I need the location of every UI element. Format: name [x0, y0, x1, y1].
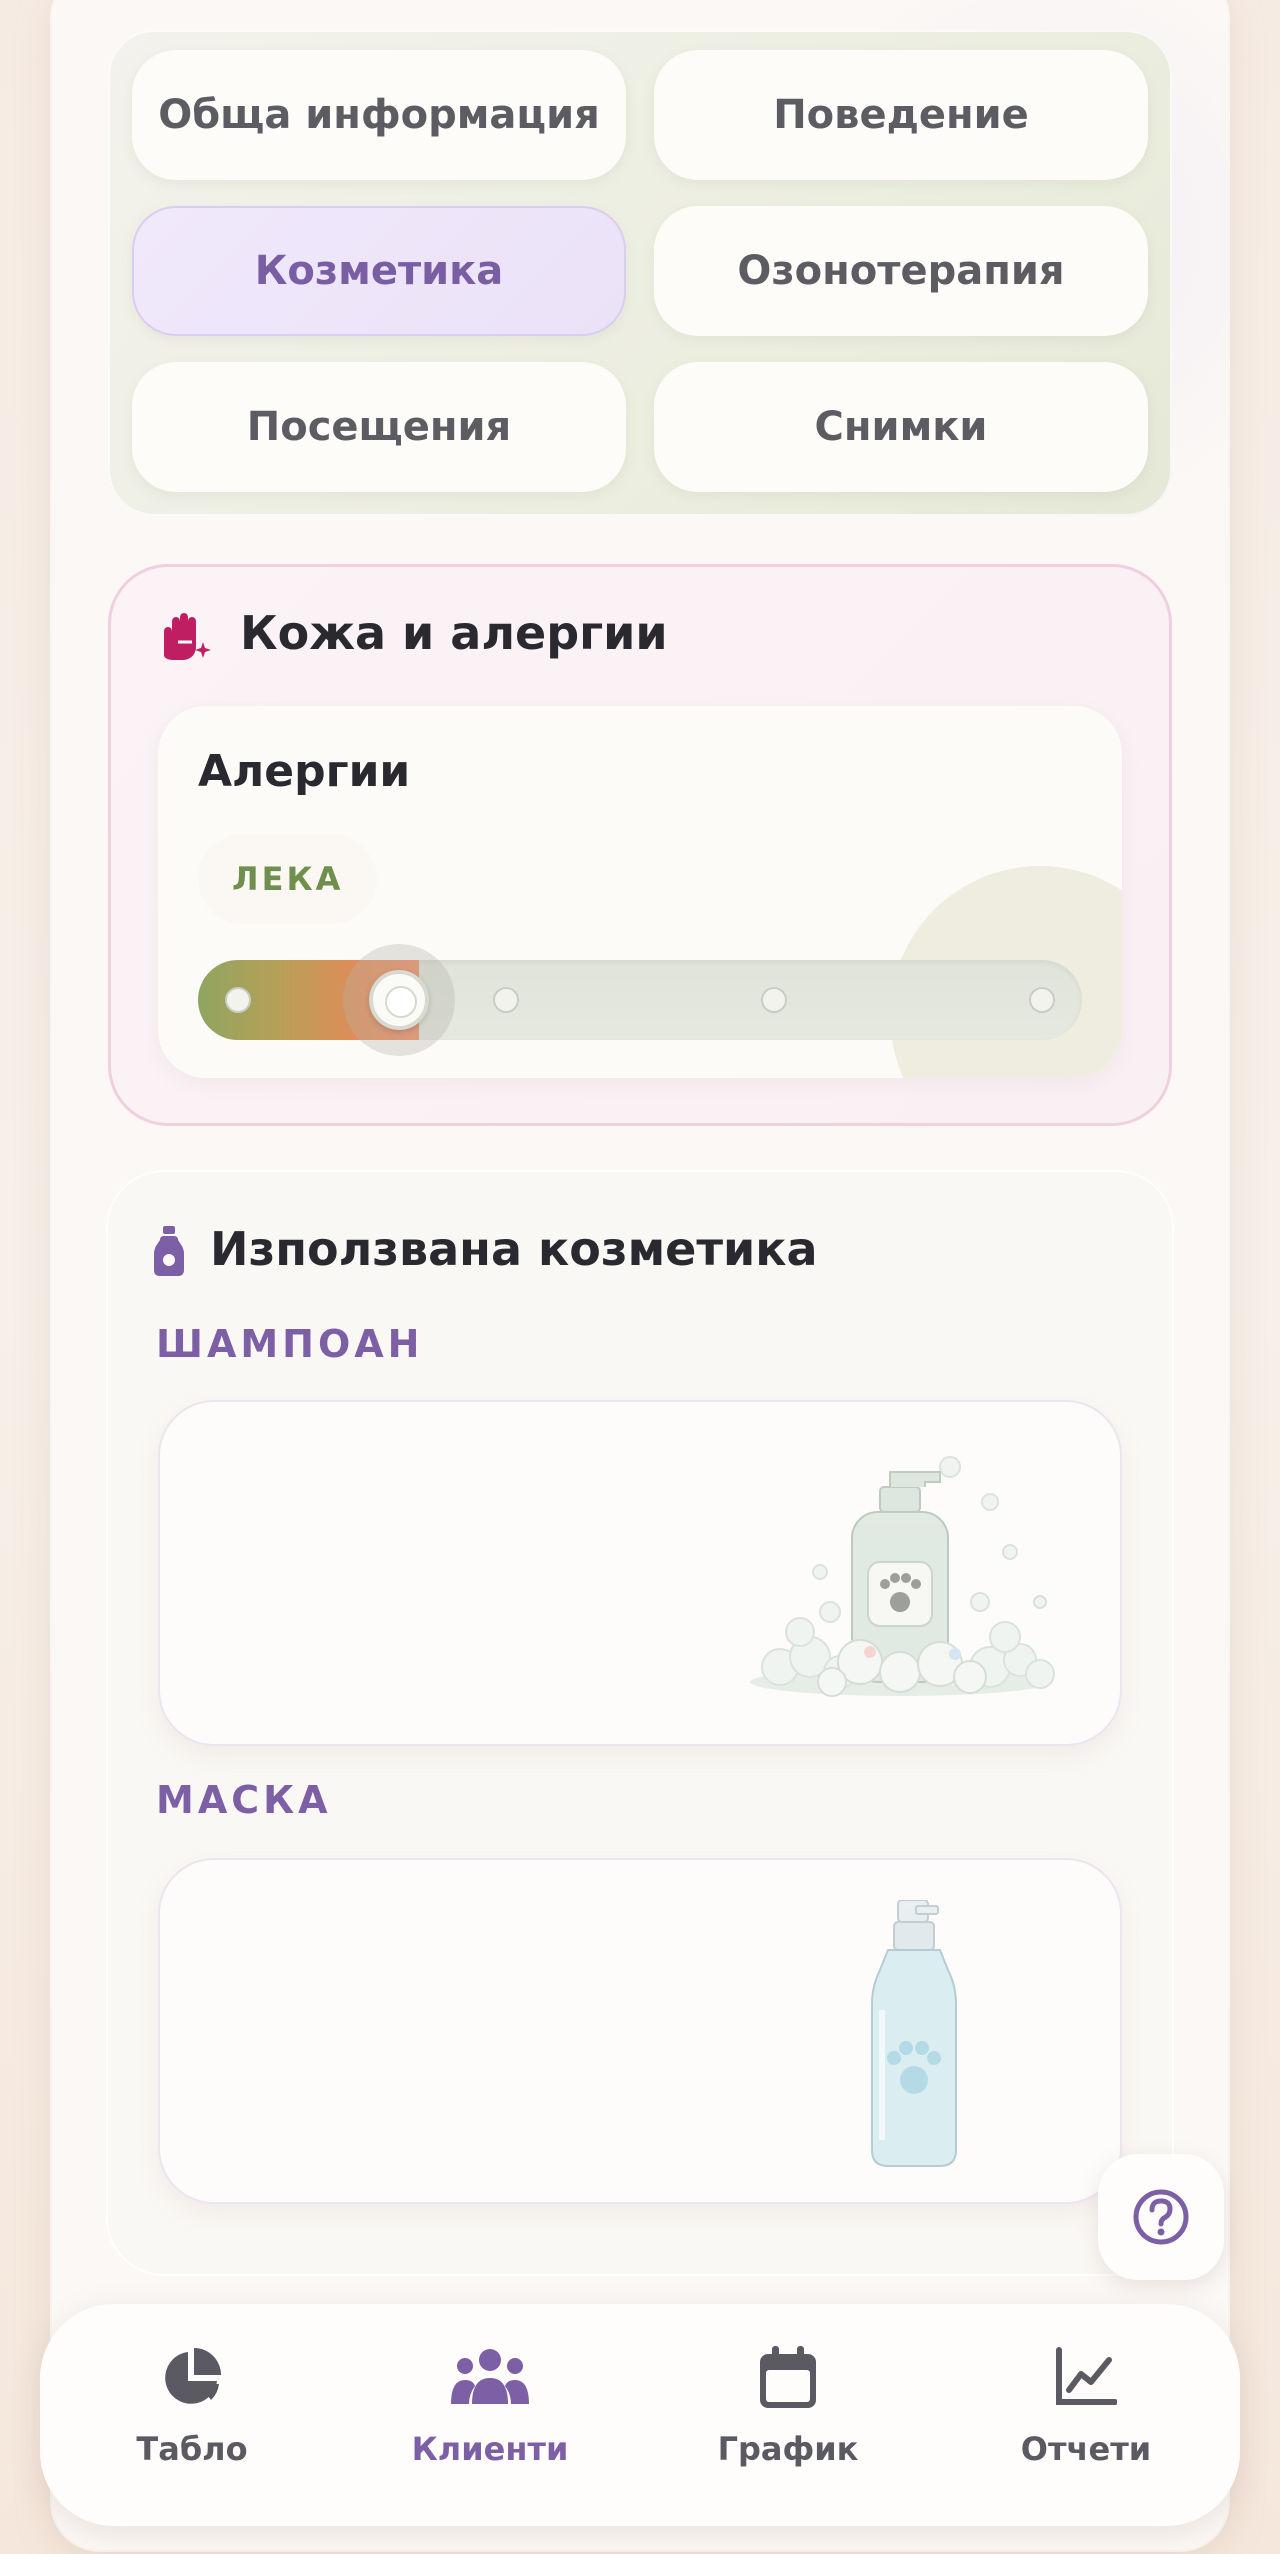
tab-visits[interactable]: Посещения	[132, 362, 626, 492]
slider-step-dot[interactable]	[493, 987, 519, 1013]
pie-chart-icon	[165, 2348, 221, 2404]
tab-behavior[interactable]: Поведение	[654, 50, 1148, 180]
tab-ozone-therapy[interactable]: Озонотерапия	[654, 206, 1148, 336]
hand-sparkle-icon	[156, 612, 212, 664]
tab-cosmetics[interactable]: Козметика	[132, 206, 626, 336]
nav-item-dashboard[interactable]: Табло	[72, 2346, 312, 2496]
shampoo-selector[interactable]	[158, 1400, 1122, 1746]
shampoo-bottle-illustration	[750, 1456, 1055, 1697]
nav-item-schedule[interactable]: График	[668, 2346, 908, 2496]
nav-label-clients: Клиенти	[411, 2430, 569, 2468]
cosmetics-section-title: Използвана козметика	[210, 1222, 818, 1276]
users-icon	[451, 2349, 529, 2404]
allergy-card: Алергии ЛЕКА	[158, 706, 1122, 1078]
mask-selector[interactable]	[158, 1858, 1122, 2204]
slider-step-dot[interactable]	[1029, 987, 1055, 1013]
nav-item-clients[interactable]: Клиенти	[370, 2346, 610, 2496]
slider-step-dot[interactable]	[225, 987, 251, 1013]
allergy-label: Алергии	[198, 746, 411, 797]
slider-thumb[interactable]	[368, 970, 429, 1030]
nav-label-reports: Отчети	[1020, 2430, 1152, 2468]
nav-label-schedule: График	[717, 2430, 859, 2468]
tab-photos[interactable]: Снимки	[654, 362, 1148, 492]
nav-label-dashboard: Табло	[136, 2430, 248, 2468]
help-button[interactable]	[1098, 2154, 1224, 2280]
allergy-level-badge: ЛЕКА	[198, 834, 378, 924]
calendar-icon	[760, 2346, 816, 2408]
mask-label: МАСКА	[156, 1778, 332, 1822]
spray-bottle-illustration	[871, 1900, 957, 2167]
shampoo-label: ШАМПОАН	[156, 1322, 424, 1366]
slider-step-dot[interactable]	[761, 987, 787, 1013]
help-icon	[1133, 2189, 1189, 2245]
line-chart-icon	[1056, 2347, 1117, 2405]
skin-section-title: Кожа и алергии	[240, 606, 668, 660]
bottle-icon	[154, 1226, 184, 1276]
nav-item-reports[interactable]: Отчети	[966, 2346, 1206, 2496]
tab-general-info[interactable]: Обща информация	[132, 50, 626, 180]
allergy-level-slider[interactable]	[198, 944, 1082, 1056]
